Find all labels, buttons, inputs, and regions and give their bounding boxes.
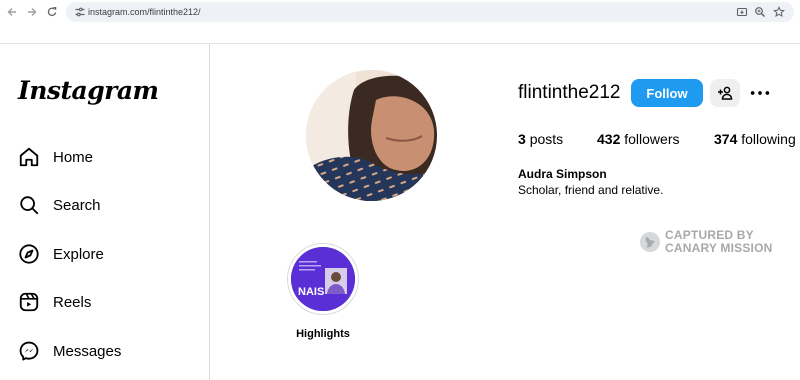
browser-toolbar: instagram.com/flintinthe212/ [0, 0, 800, 44]
profile-full-name: Audra Simpson [518, 167, 607, 181]
forward-button[interactable] [24, 4, 40, 20]
sidebar: Instagram Home Search Explore Reels Mess… [0, 44, 210, 380]
search-icon [18, 194, 40, 216]
more-horizontal-icon [750, 91, 770, 95]
profile-username: flintinthe212 [518, 82, 621, 103]
highlight-cover: NAIS [291, 247, 355, 311]
sidebar-item-label: Reels [53, 293, 92, 311]
followers-label: followers [624, 131, 680, 147]
following-count: 374 [714, 131, 738, 147]
reload-button[interactable] [44, 4, 60, 20]
url-text: instagram.com/flintinthe212/ [88, 7, 201, 17]
profile-avatar[interactable] [306, 70, 437, 201]
messenger-icon [18, 340, 40, 362]
arrow-right-icon [28, 8, 37, 16]
follow-button[interactable]: Follow [631, 79, 703, 107]
bookmark-star-icon[interactable] [773, 6, 785, 18]
watermark-text: CAPTURED BY CANARY MISSION [665, 229, 772, 255]
sidebar-item-search[interactable]: Search [18, 189, 198, 221]
sidebar-item-messages[interactable]: Messages [18, 335, 198, 367]
highlight-cover-image: NAIS [291, 247, 355, 311]
posts-label: posts [529, 131, 564, 147]
followers-count: 432 [597, 131, 621, 147]
sidebar-item-explore[interactable]: Explore [18, 238, 198, 270]
sidebar-item-reels[interactable]: Reels [18, 286, 198, 318]
followers-stat[interactable]: 432 followers [597, 131, 680, 147]
reels-icon [18, 291, 40, 313]
arrow-left-icon [7, 8, 16, 16]
highlight-label[interactable]: Highlights [283, 328, 363, 340]
sidebar-item-label: Search [53, 196, 101, 214]
site-settings-icon[interactable] [74, 6, 86, 18]
watermark-line-2: CANARY MISSION [665, 241, 773, 255]
install-app-icon[interactable] [736, 6, 748, 18]
add-person-icon [718, 86, 733, 100]
sidebar-item-label: Explore [53, 245, 104, 263]
back-button[interactable] [4, 4, 20, 20]
following-stat[interactable]: 374 following [714, 131, 796, 147]
sidebar-item-label: Messages [53, 342, 122, 360]
suggested-users-button[interactable] [710, 79, 740, 107]
watermark: CAPTURED BY CANARY MISSION [639, 229, 779, 255]
home-icon [18, 146, 40, 168]
zoom-icon[interactable] [754, 6, 766, 18]
compass-icon [18, 243, 40, 265]
sidebar-item-label: Home [53, 148, 94, 166]
story-highlight[interactable]: NAIS [287, 243, 359, 315]
more-options-button[interactable] [748, 81, 772, 105]
sidebar-item-home[interactable]: Home [18, 141, 198, 173]
posts-count: 3 [518, 131, 526, 147]
address-bar[interactable]: instagram.com/flintinthe212/ [66, 2, 794, 22]
reload-icon [47, 6, 57, 17]
highlight-cover-text: NAIS [298, 286, 324, 298]
following-label: following [741, 131, 796, 147]
canary-bird-icon [640, 232, 660, 252]
profile-photo [306, 70, 437, 201]
instagram-logo[interactable]: Instagram [18, 76, 159, 105]
posts-stat: 3 posts [518, 131, 563, 147]
profile-bio: Scholar, friend and relative. [518, 183, 664, 197]
